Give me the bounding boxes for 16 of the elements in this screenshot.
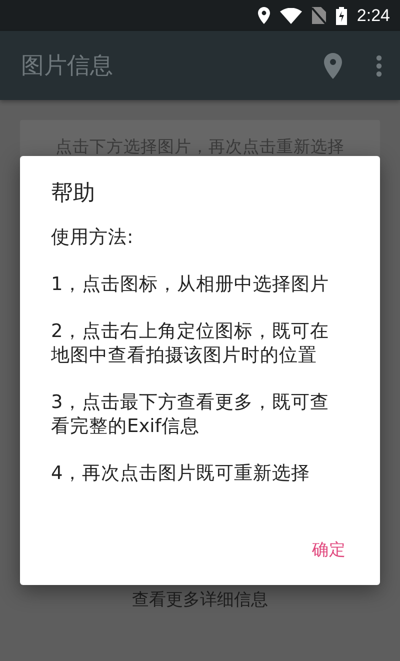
location-pin-icon <box>324 52 342 78</box>
instruction-step: 4，再次点击图片既可重新选择 <box>51 462 356 486</box>
more-details-link[interactable]: 查看更多详细信息 <box>132 590 268 610</box>
instruction-step: 3，点击最下方查看更多，既可查 看完整的Exif信息 <box>51 391 356 439</box>
status-time: 2:24 <box>356 6 390 26</box>
location-icon <box>258 7 270 24</box>
instructions-heading: 使用方法: <box>51 226 134 250</box>
battery-charging-icon <box>336 6 347 24</box>
app-title: 图片信息 <box>21 52 114 81</box>
no-sim-icon <box>312 7 326 24</box>
confirm-button[interactable]: 确定 <box>300 533 358 567</box>
wifi-icon <box>280 8 302 24</box>
more-options-icon <box>376 54 382 76</box>
dialog-title: 帮助 <box>51 180 96 208</box>
instruction-step: 1，点击图标，从相册中选择图片 <box>51 273 356 297</box>
instruction-step: 2，点击右上角定位图标，既可在 地图中查看拍摄该图片时的位置 <box>51 320 356 368</box>
